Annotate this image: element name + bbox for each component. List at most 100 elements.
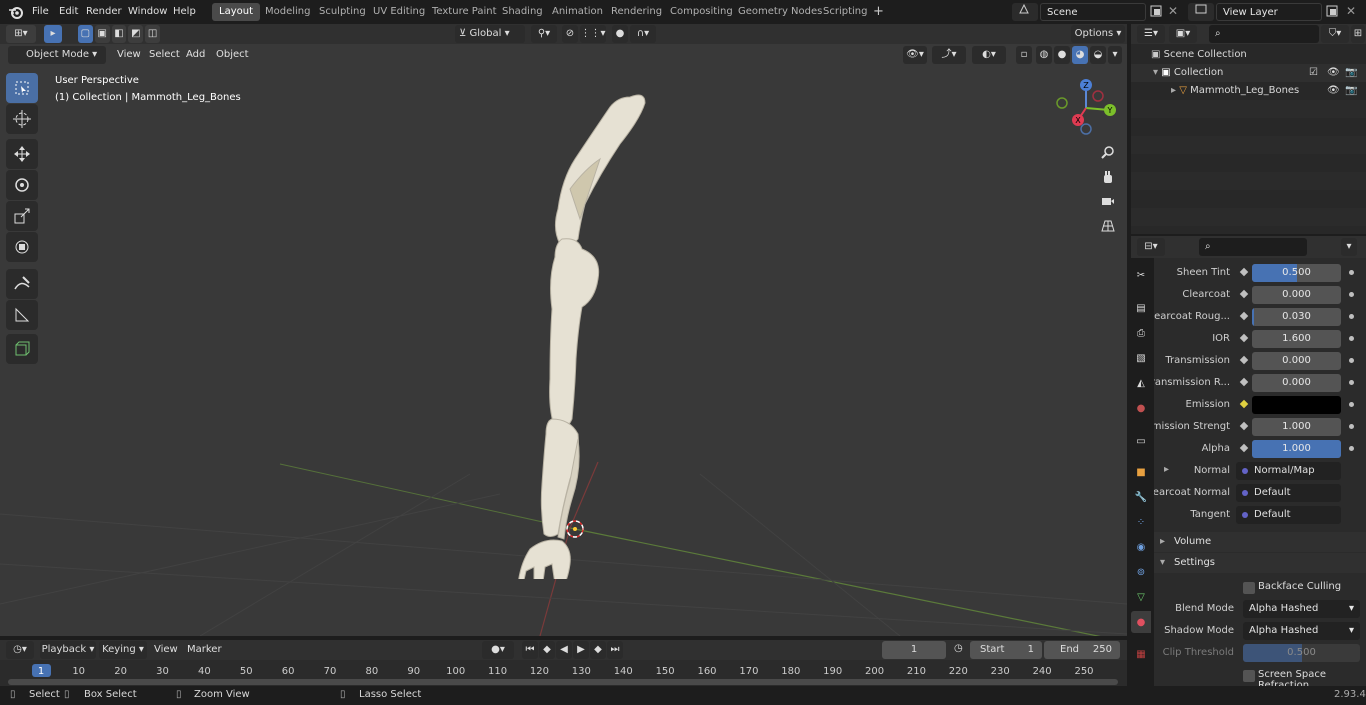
tab-geometry-nodes[interactable]: Geometry Nodes [731, 3, 829, 21]
tab-shading[interactable]: Shading [495, 3, 550, 21]
timeline-scrollbar[interactable] [8, 679, 1118, 685]
keyframe-icon[interactable] [1239, 377, 1249, 387]
volume-section[interactable]: ▸ Volume [1154, 532, 1366, 552]
mode-new-icon[interactable]: ▢ [78, 25, 93, 43]
blend-mode-dropdown[interactable]: Alpha Hashed ▾ [1243, 600, 1360, 618]
prop-value-field[interactable]: 0.500 [1252, 264, 1341, 282]
select-mode-icon[interactable]: ▸ [44, 25, 62, 43]
prop-value-field[interactable]: 1.000 [1252, 440, 1341, 458]
keying-menu[interactable]: Keying ▾ [99, 641, 147, 659]
object-expand-icon[interactable]: ▸ [1171, 85, 1179, 96]
physics-tab-icon[interactable]: ◉ [1131, 536, 1151, 558]
normal-expand-icon[interactable]: ▸ [1164, 464, 1169, 475]
animate-dot-icon[interactable] [1349, 358, 1354, 363]
menu-render[interactable]: Render [81, 3, 127, 21]
rendered-shading-icon[interactable]: ◒ [1090, 46, 1106, 64]
keyframe-icon[interactable] [1239, 289, 1249, 299]
proportional-edit-icon[interactable]: ● [612, 25, 628, 43]
preview-range-icon[interactable]: ◷ [954, 643, 963, 654]
collection-visibility-icon[interactable]: 👁 [1327, 64, 1340, 82]
outliner-scene-collection[interactable]: ▣ Scene Collection [1131, 46, 1366, 64]
options-dropdown[interactable]: Options ▾ [1071, 25, 1125, 43]
keyframe-icon[interactable] [1239, 311, 1249, 321]
zoom-icon[interactable] [1096, 140, 1120, 164]
record-icon[interactable]: ●▾ [482, 641, 514, 659]
collection-checkbox[interactable]: ☑ [1309, 64, 1318, 82]
outliner-search-input[interactable]: ⌕ [1209, 25, 1319, 43]
outliner-object-row[interactable]: ▸ ▽ Mammoth_Leg_Bones 👁 📷 [1131, 82, 1366, 100]
marker-menu[interactable]: Marker [182, 641, 227, 659]
keyframe-icon[interactable] [1239, 333, 1249, 343]
tab-animation[interactable]: Animation [545, 3, 610, 21]
editor-type-icon[interactable]: ⊞▾ [6, 25, 36, 43]
solid-shading-icon[interactable]: ● [1054, 46, 1070, 64]
timeline-view-menu[interactable]: View [149, 641, 183, 659]
object-mode-dropdown[interactable]: Object Mode ▾ [8, 46, 106, 64]
collection-tab-icon[interactable]: ▭ [1131, 430, 1151, 452]
mode-intersect-icon[interactable]: ◫ [145, 25, 160, 43]
ssr-checkbox[interactable] [1243, 670, 1255, 682]
keyframe-icon[interactable] [1239, 267, 1249, 277]
animate-dot-icon[interactable] [1349, 380, 1354, 385]
scene-tab-icon[interactable]: ◭ [1131, 372, 1151, 394]
visibility-icon[interactable]: 👁▾ [903, 46, 927, 64]
jump-keyframe-back-icon[interactable]: ◆ [539, 641, 555, 659]
measure-tool-icon[interactable] [6, 300, 38, 330]
camera-view-icon[interactable] [1096, 189, 1120, 213]
play-reverse-icon[interactable]: ◀ [556, 641, 572, 659]
timeline-editor-type-icon[interactable]: ◷▾ [6, 641, 34, 659]
animate-dot-icon[interactable] [1349, 402, 1354, 407]
shadow-mode-dropdown[interactable]: Alpha Hashed ▾ [1243, 622, 1360, 640]
mode-extend-icon[interactable]: ▣ [94, 25, 110, 43]
overlay-toggle-icon[interactable]: ◐▾ [972, 46, 1006, 64]
snap-target-icon[interactable]: ⋮⋮▾ [580, 25, 606, 43]
xray-icon[interactable]: ▫ [1016, 46, 1032, 64]
outliner-editor-type-icon[interactable]: ☰▾ [1137, 25, 1165, 43]
animate-dot-icon[interactable] [1349, 270, 1354, 275]
transform-tool-icon[interactable] [6, 232, 38, 262]
texture-tab-icon[interactable]: ▦ [1131, 643, 1151, 665]
properties-options-icon[interactable]: ▾ [1341, 238, 1357, 256]
keyframe-icon[interactable] [1239, 421, 1249, 431]
select-box-tool-icon[interactable] [6, 73, 38, 103]
jump-keyframe-forward-icon[interactable]: ◆ [590, 641, 606, 659]
tab-texture-paint[interactable]: Texture Paint [425, 3, 504, 21]
falloff-icon[interactable]: ∩▾ [630, 25, 656, 43]
animate-dot-icon[interactable] [1349, 336, 1354, 341]
properties-search-input[interactable]: ⌕ [1199, 238, 1307, 256]
output-tab-icon[interactable]: ⎙ [1131, 322, 1151, 344]
scale-tool-icon[interactable] [6, 201, 38, 231]
view-layer-browse-icon[interactable] [1188, 3, 1214, 21]
playback-menu[interactable]: Playback ▾ [40, 641, 96, 659]
animate-dot-icon[interactable] [1349, 292, 1354, 297]
jump-start-icon[interactable]: ⏮ [522, 641, 538, 659]
new-scene-icon[interactable] [1149, 4, 1165, 20]
data-tab-icon[interactable]: ▽ [1131, 586, 1151, 608]
constraints-tab-icon[interactable]: ⊚ [1131, 561, 1151, 583]
particles-tab-icon[interactable]: ⁘ [1131, 511, 1151, 533]
menu-object[interactable]: Object [211, 46, 254, 64]
keyframe-icon[interactable] [1239, 355, 1249, 365]
view-layer-tab-icon[interactable]: ▧ [1131, 347, 1151, 369]
prop-link-field[interactable]: Normal/Map [1236, 462, 1341, 480]
start-frame-field[interactable]: Start 1 [970, 641, 1042, 659]
play-icon[interactable]: ▶ [573, 641, 589, 659]
new-view-layer-icon[interactable] [1325, 4, 1341, 20]
tab-compositing[interactable]: Compositing [663, 3, 740, 21]
perspective-grid-icon[interactable] [1096, 214, 1120, 238]
world-tab-icon[interactable]: ● [1131, 397, 1151, 419]
render-tab-icon[interactable]: ▤ [1131, 297, 1151, 319]
material-shading-icon[interactable]: ◕ [1072, 46, 1088, 64]
outliner-collection[interactable]: ▾ ▣ Collection ☑ 👁 📷 [1131, 64, 1366, 82]
clip-threshold-slider[interactable]: 0.500 [1243, 644, 1360, 662]
add-workspace-button[interactable]: + [866, 3, 891, 21]
properties-editor-type-icon[interactable]: ⊟▾ [1137, 238, 1165, 256]
cursor-tool-icon[interactable] [6, 104, 38, 134]
prop-value-field[interactable]: 0.000 [1252, 352, 1341, 370]
prop-link-field[interactable]: Default [1236, 484, 1341, 502]
prop-value-field[interactable]: 0.000 [1252, 286, 1341, 304]
mode-subtract-icon[interactable]: ◧ [111, 25, 127, 43]
object-visibility-icon[interactable]: 👁 [1327, 82, 1340, 100]
menu-view[interactable]: View [112, 46, 146, 64]
menu-window[interactable]: Window [123, 3, 172, 21]
